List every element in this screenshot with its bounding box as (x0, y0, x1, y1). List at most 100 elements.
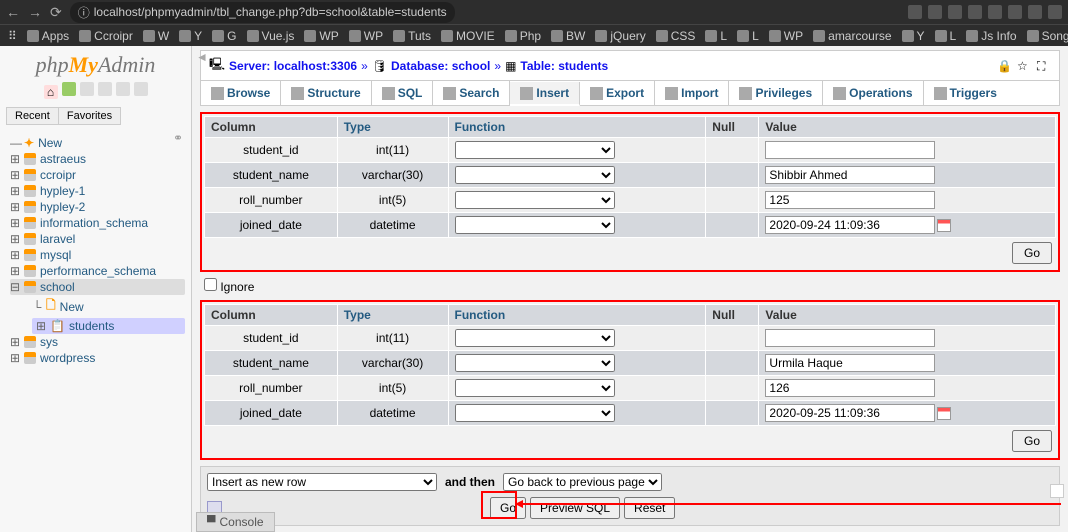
console-bar[interactable]: ▀ Console (196, 512, 275, 532)
fullscreen-icon[interactable]: ⛶ (1037, 59, 1051, 73)
bookmark-item[interactable]: Vue.js (247, 29, 295, 43)
tree-db-item[interactable]: ⊞hypley-1 (10, 183, 185, 199)
bookmark-item[interactable]: MOVIE (441, 29, 495, 43)
docs-icon[interactable] (80, 82, 94, 96)
bookmark-item[interactable]: Tuts (393, 29, 431, 43)
link-icon[interactable]: ⚭ (173, 131, 183, 145)
go-button-1[interactable] (1012, 242, 1052, 264)
bookmark-item[interactable]: Js Info (966, 29, 1016, 43)
tab-search[interactable]: Search (433, 81, 510, 105)
tab-sql[interactable]: SQL (372, 81, 434, 105)
settings-icon[interactable] (98, 82, 112, 96)
ext-icon[interactable] (1048, 5, 1062, 19)
tree-db-item[interactable]: ⊞mysql (10, 247, 185, 263)
ext-icon[interactable] (968, 5, 982, 19)
value-input[interactable] (765, 379, 935, 397)
ext-icon[interactable] (1008, 5, 1022, 19)
bc-server[interactable]: Server: localhost:3306 (229, 59, 357, 73)
function-select[interactable] (455, 329, 615, 347)
bookmark-item[interactable]: W (143, 29, 169, 43)
function-select[interactable] (455, 404, 615, 422)
ext-icon[interactable] (928, 5, 942, 19)
collapse-arrow[interactable]: ◄ (196, 50, 208, 64)
reset-button[interactable] (624, 497, 675, 519)
tree-school-new[interactable]: └🗋New (32, 295, 185, 318)
lock-icon[interactable]: 🔒 (997, 59, 1011, 73)
bookmark-item[interactable]: jQuery (595, 29, 645, 43)
logout-icon[interactable] (62, 82, 76, 96)
go-button-2[interactable] (1012, 430, 1052, 452)
tab-privileges[interactable]: Privileges (729, 81, 823, 105)
bookmark-item[interactable]: Apps (27, 29, 69, 43)
reload-button[interactable]: ⟳ (50, 4, 62, 21)
bookmark-item[interactable]: amarcourse (813, 29, 891, 43)
tab-import[interactable]: Import (655, 81, 729, 105)
sync-icon[interactable] (134, 82, 148, 96)
value-input[interactable] (765, 404, 935, 422)
bc-table[interactable]: Table: students (520, 59, 608, 73)
bookmark-item[interactable]: Ccroipr (79, 29, 133, 43)
tree-db-item[interactable]: ⊞astraeus (10, 151, 185, 167)
bookmark-item[interactable]: BW (551, 29, 585, 43)
tab-operations[interactable]: Operations (823, 81, 923, 105)
calendar-icon[interactable] (937, 219, 951, 232)
tree-new[interactable]: —✦New (10, 135, 173, 151)
tab-browse[interactable]: Browse (201, 81, 281, 105)
value-input[interactable] (765, 216, 935, 234)
ext-icon[interactable] (948, 5, 962, 19)
bc-database[interactable]: Database: school (391, 59, 490, 73)
bookmark-item[interactable]: L (935, 29, 957, 43)
function-select[interactable] (455, 141, 615, 159)
tree-school[interactable]: ⊟school (10, 279, 185, 295)
bookmark-item[interactable]: L (705, 29, 727, 43)
tab-triggers[interactable]: Triggers (924, 81, 1007, 105)
bookmark-item[interactable]: WP (304, 29, 338, 43)
reload-icon[interactable] (116, 82, 130, 96)
apps-button[interactable]: ⠿ (8, 29, 17, 43)
function-select[interactable] (455, 216, 615, 234)
ignore-checkbox[interactable] (204, 278, 217, 291)
calendar-icon[interactable] (937, 407, 951, 420)
bookmark-item[interactable]: L (737, 29, 759, 43)
insert-mode-select[interactable]: Insert as new row (207, 473, 437, 491)
tree-db-item[interactable]: ⊞performance_schema (10, 263, 185, 279)
preview-sql-button[interactable] (530, 497, 620, 519)
scroll-marker[interactable] (1050, 484, 1064, 498)
tab-favorites[interactable]: Favorites (59, 108, 120, 124)
function-select[interactable] (455, 379, 615, 397)
ext-icon[interactable] (908, 5, 922, 19)
tab-structure[interactable]: Structure (281, 81, 371, 105)
bookmark-item[interactable]: WP (349, 29, 383, 43)
bookmark-item[interactable]: Php (505, 29, 541, 43)
forward-button[interactable]: → (28, 4, 42, 20)
home-icon[interactable]: ⌂ (44, 85, 58, 99)
tree-db-item[interactable]: ⊞information_schema (10, 215, 185, 231)
tab-export[interactable]: Export (580, 81, 655, 105)
address-bar[interactable]: ⓘ localhost/phpmyadmin/tbl_change.php?db… (70, 2, 455, 23)
tree-db-item[interactable]: ⊞wordpress (10, 350, 185, 366)
star-icon[interactable]: ☆ (1017, 59, 1031, 73)
tab-recent[interactable]: Recent (7, 108, 59, 124)
value-input[interactable] (765, 329, 935, 347)
bookmark-item[interactable]: Y (179, 29, 202, 43)
tree-db-item[interactable]: ⊞hypley-2 (10, 199, 185, 215)
tree-db-item[interactable]: ⊞sys (10, 334, 185, 350)
value-input[interactable] (765, 191, 935, 209)
tree-db-item[interactable]: ⊞ccroipr (10, 167, 185, 183)
value-input[interactable] (765, 166, 935, 184)
tree-db-item[interactable]: ⊞laravel (10, 231, 185, 247)
ext-icon[interactable] (1028, 5, 1042, 19)
bookmark-item[interactable]: Y (902, 29, 925, 43)
function-select[interactable] (455, 166, 615, 184)
bookmark-item[interactable]: Song Chord (1027, 29, 1068, 43)
after-insert-select[interactable]: Go back to previous page (503, 473, 662, 491)
bookmark-item[interactable]: WP (769, 29, 803, 43)
value-input[interactable] (765, 354, 935, 372)
value-input[interactable] (765, 141, 935, 159)
bookmark-item[interactable]: G (212, 29, 236, 43)
function-select[interactable] (455, 191, 615, 209)
tab-insert[interactable]: Insert (510, 82, 580, 106)
bookmark-item[interactable]: CSS (656, 29, 696, 43)
function-select[interactable] (455, 354, 615, 372)
ext-icon[interactable] (988, 5, 1002, 19)
